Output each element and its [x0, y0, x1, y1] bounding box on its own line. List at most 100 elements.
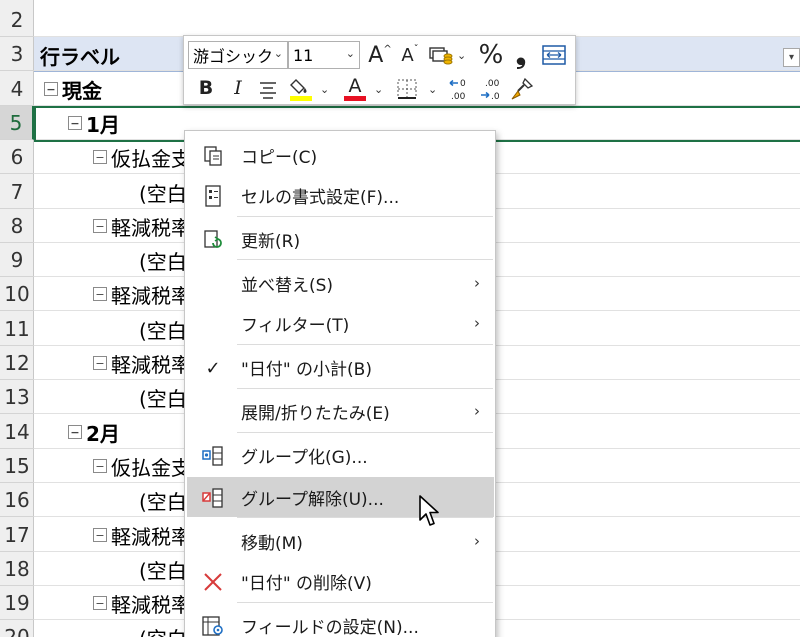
accounting-format-button[interactable]	[428, 42, 454, 68]
collapse-toggle-icon[interactable]: −	[93, 150, 107, 164]
menu-item-12[interactable]: フィールドの設定(N)...	[187, 605, 494, 637]
row-header-9[interactable]: 9	[0, 243, 34, 277]
collapse-toggle-icon[interactable]: −	[93, 596, 107, 610]
pivot-row-label[interactable]: (空白	[139, 483, 187, 517]
menu-item-4[interactable]: 並べ替え(S) ›	[187, 263, 494, 303]
italic-button[interactable]: I	[226, 74, 250, 102]
pivot-row-label[interactable]: (空白	[139, 620, 187, 637]
submenu-arrow-icon: ›	[474, 274, 480, 292]
menu-item-10[interactable]: 移動(M) ›	[187, 521, 494, 561]
row-header-15[interactable]: 15	[0, 449, 34, 483]
pivot-row-label[interactable]: − 現金	[44, 72, 102, 106]
format-painter-button[interactable]	[508, 75, 536, 103]
pivot-row-text: (空白	[139, 386, 187, 411]
row-header-12[interactable]: 12	[0, 346, 34, 380]
row-header-5[interactable]: 5	[0, 106, 34, 140]
pivot-row-label[interactable]: (空白	[139, 552, 187, 586]
decrease-decimal-icon: .00 .0	[481, 79, 500, 102]
chevron-down-icon[interactable]: ⌄	[374, 83, 383, 96]
center-align-button[interactable]	[256, 76, 280, 102]
row-header-4[interactable]: 4	[0, 72, 34, 106]
increase-decimal-button[interactable]: 0 .00	[446, 75, 474, 103]
menu-item-11[interactable]: "日付" の削除(V)	[187, 561, 494, 601]
font-size-value: 11	[293, 45, 314, 65]
merge-center-button[interactable]	[540, 42, 568, 68]
collapse-toggle-icon[interactable]: −	[44, 82, 58, 96]
font-name-combo[interactable]: 游ゴシック ⌄	[188, 41, 288, 69]
increase-font-size-button[interactable]: A ^	[366, 41, 394, 69]
pivot-row-label[interactable]: (空白	[139, 175, 187, 209]
collapse-toggle-icon[interactable]: −	[93, 528, 107, 542]
font-color-letter: A	[348, 75, 362, 97]
menu-item-8[interactable]: グループ化(G)...	[187, 435, 494, 475]
menu-item-9[interactable]: グループ解除(U)...	[187, 477, 494, 517]
pivot-row-label[interactable]: (空白	[139, 380, 187, 414]
row-header-16[interactable]: 16	[0, 483, 34, 517]
row-header-8[interactable]: 8	[0, 209, 34, 243]
font-size-combo[interactable]: 11 ⌄	[288, 41, 360, 69]
pivot-row-text: (空白	[139, 249, 187, 274]
row-header-18[interactable]: 18	[0, 552, 34, 586]
menu-item-label: フィールドの設定(N)...	[241, 617, 419, 637]
font-color-button[interactable]: A	[341, 75, 369, 103]
submenu-arrow-icon: ›	[474, 532, 480, 550]
pivot-row-text: 軽減税率	[111, 352, 191, 377]
menu-item-label: セルの書式設定(F)...	[241, 187, 400, 208]
comma-style-button[interactable]: ❟	[509, 40, 533, 70]
chevron-down-icon[interactable]: ⌄	[457, 49, 466, 62]
pivot-row-label[interactable]: (空白	[139, 312, 187, 346]
collapse-toggle-icon[interactable]: −	[93, 459, 107, 473]
chevron-down-icon[interactable]: ⌄	[320, 83, 329, 96]
row-header-3[interactable]: 3	[0, 37, 34, 71]
pivot-row-label[interactable]: (空白	[139, 243, 187, 277]
bold-button[interactable]: B	[194, 74, 218, 102]
row-header-11[interactable]: 11	[0, 312, 34, 346]
pivot-row-label[interactable]: −2月	[68, 415, 120, 449]
pivot-row-label[interactable]: − 軽減税率	[93, 586, 191, 620]
row-header-20[interactable]: 20	[0, 620, 34, 637]
format-cells-icon	[201, 185, 225, 207]
collapse-toggle-icon[interactable]: −	[93, 356, 107, 370]
filter-dropdown-button[interactable]: ▾	[783, 48, 800, 67]
menu-item-7[interactable]: 展開/折りたたみ(E) ›	[187, 391, 494, 431]
pivot-row-label[interactable]: − 仮払金支	[93, 449, 191, 483]
collapse-toggle-icon[interactable]: −	[93, 219, 107, 233]
checkmark-icon: ✓	[205, 357, 221, 379]
pivot-row-text: 軽減税率	[111, 592, 191, 617]
row-header-14[interactable]: 14	[0, 415, 34, 449]
pivot-row-label[interactable]: − 仮払金支	[93, 140, 191, 174]
borders-button[interactable]	[394, 76, 420, 102]
menu-item-1[interactable]: コピー(C)	[187, 135, 494, 175]
fill-color-button[interactable]	[287, 75, 315, 103]
decrease-font-size-button[interactable]: Aˇ	[396, 41, 424, 69]
merge-center-icon	[542, 45, 566, 65]
menu-item-3[interactable]: 更新(R)	[187, 219, 494, 259]
row-header-2[interactable]: 2	[0, 3, 34, 37]
decrease-decimal-button[interactable]: .00 .0	[477, 75, 505, 103]
pivot-row-label[interactable]: − 軽減税率	[93, 346, 191, 380]
menu-item-2[interactable]: セルの書式設定(F)...	[187, 175, 494, 215]
row-header-19[interactable]: 19	[0, 586, 34, 620]
collapse-toggle-icon[interactable]: −	[68, 425, 82, 439]
menu-item-6[interactable]: ✓ "日付" の小計(B)	[187, 347, 494, 387]
pivot-row-label[interactable]: − 軽減税率	[93, 209, 191, 243]
pivot-row-label[interactable]: − 軽減税率	[93, 518, 191, 552]
row-header-13[interactable]: 13	[0, 380, 34, 414]
menu-separator	[237, 388, 493, 389]
svg-text:.00: .00	[451, 92, 466, 102]
pivot-row-text: 軽減税率	[111, 283, 191, 308]
row-header-6[interactable]: 6	[0, 140, 34, 174]
caret-down-icon: ˇ	[413, 43, 419, 55]
chevron-down-icon[interactable]: ⌄	[428, 83, 437, 96]
collapse-toggle-icon[interactable]: −	[93, 287, 107, 301]
menu-separator	[237, 216, 493, 217]
percent-style-button[interactable]: %	[476, 40, 506, 70]
row-header-7[interactable]: 7	[0, 175, 34, 209]
row-header-10[interactable]: 10	[0, 277, 34, 311]
menu-item-label: 展開/折りたたみ(E)	[241, 403, 390, 424]
pivot-row-label[interactable]: − 軽減税率	[93, 277, 191, 311]
paint-bucket-icon	[290, 79, 312, 101]
row-labels-header[interactable]: 行ラベル	[40, 41, 120, 70]
menu-item-5[interactable]: フィルター(T) ›	[187, 303, 494, 343]
row-header-17[interactable]: 17	[0, 518, 34, 552]
